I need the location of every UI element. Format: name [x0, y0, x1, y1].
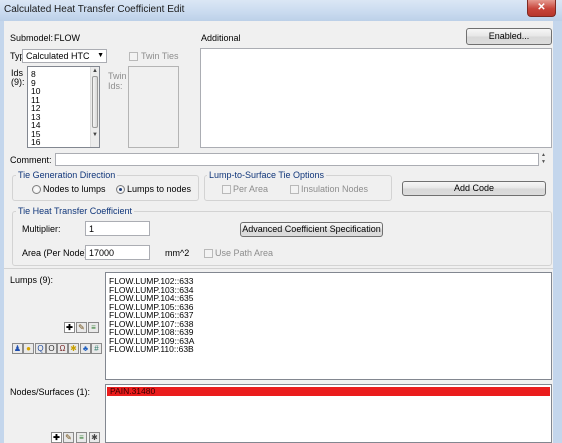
enabled-button[interactable]: Enabled...	[466, 28, 552, 45]
additional-textarea[interactable]	[200, 48, 552, 148]
scrollbar-thumb[interactable]	[92, 76, 98, 128]
properties-icon[interactable]: ≡	[76, 432, 87, 443]
star-icon[interactable]: ✱	[89, 432, 100, 443]
magnet-icon[interactable]: Ω	[57, 343, 68, 354]
use-path-area-label: Use Path Area	[215, 248, 274, 258]
twin-ids-label-2: Ids:	[108, 81, 123, 91]
additional-label: Additional	[201, 33, 241, 43]
per-area-label: Per Area	[233, 184, 269, 194]
lumps-to-nodes-label[interactable]: Lumps to nodes	[127, 184, 191, 194]
nodes-label: Nodes/Surfaces (1):	[10, 387, 91, 397]
lumps-label: Lumps (9):	[10, 275, 54, 285]
spin-up-icon[interactable]: ▲	[541, 152, 546, 158]
area-label: Area (Per Node):	[22, 248, 91, 258]
divider	[4, 268, 553, 269]
advanced-coefficient-button[interactable]: Advanced Coefficient Specification	[240, 222, 383, 237]
tie-direction-title: Tie Generation Direction	[16, 170, 118, 180]
type-dropdown-value: Calculated HTC	[26, 51, 90, 61]
per-area-checkbox[interactable]	[222, 185, 231, 194]
window-title: Calculated Heat Transfer Coefficient Edi…	[4, 4, 185, 15]
comment-input[interactable]	[55, 153, 539, 166]
comment-label: Comment:	[10, 155, 52, 165]
grid-icon[interactable]: #	[91, 343, 102, 354]
people-icon[interactable]: ♟	[12, 343, 23, 354]
submodel-label: Submodel:	[10, 33, 54, 43]
twin-ties-label: Twin Ties	[141, 51, 179, 61]
add-icon[interactable]: ✚	[64, 322, 75, 333]
ring-icon[interactable]: O	[46, 343, 57, 354]
tree-icon[interactable]: ♣	[80, 343, 91, 354]
insulation-nodes-label: Insulation Nodes	[301, 184, 369, 194]
enabled-button-label: Enabled...	[488, 31, 530, 41]
scroll-down-icon[interactable]: ▼	[91, 131, 99, 139]
list-item[interactable]: FLOW.LUMP.110::63B	[106, 345, 551, 354]
nodes-to-lumps-radio[interactable]	[32, 185, 41, 194]
spin-down-icon[interactable]: ▼	[541, 159, 546, 165]
type-dropdown[interactable]: Calculated HTC ▼	[22, 49, 107, 63]
twin-ties-checkbox[interactable]	[129, 52, 138, 61]
add-icon[interactable]: ✚	[51, 432, 62, 443]
comment-spinner[interactable]: ▲ ▼	[540, 152, 549, 166]
twin-ids-listbox	[128, 66, 179, 148]
bulb-icon[interactable]: ●	[23, 343, 34, 354]
sparkle-icon[interactable]: ✱	[68, 343, 79, 354]
area-unit: mm^2	[165, 248, 190, 258]
lump-surface-title: Lump-to-Surface Tie Options	[207, 170, 327, 180]
lumps-listbox[interactable]: FLOW.LUMP.102::633 FLOW.LUMP.103::634 FL…	[105, 272, 552, 380]
lumps-to-nodes-radio[interactable]	[116, 185, 125, 194]
add-code-button[interactable]: Add Code	[402, 181, 546, 196]
close-button[interactable]: ✕	[527, 0, 556, 17]
ids-listbox[interactable]: 8 9 10 11 12 13 14 15 16 ▲ ▼	[27, 66, 100, 148]
multiplier-input[interactable]	[85, 221, 150, 236]
submodel-value: FLOW	[54, 33, 80, 43]
nodes-to-lumps-label[interactable]: Nodes to lumps	[43, 184, 106, 194]
multiplier-label: Multiplier:	[22, 224, 61, 234]
pencil-icon[interactable]: ✎	[76, 322, 87, 333]
twin-ids-label: Twin	[108, 71, 127, 81]
advanced-coefficient-button-label: Advanced Coefficient Specification	[242, 224, 381, 234]
area-input[interactable]	[85, 245, 150, 260]
list-item-selected[interactable]: PAIN.31480	[107, 387, 550, 396]
nodes-listbox[interactable]: PAIN.31480	[105, 384, 552, 443]
chevron-down-icon: ▼	[97, 52, 104, 59]
insulation-nodes-checkbox[interactable]	[290, 185, 299, 194]
ids-scrollbar[interactable]: ▲ ▼	[90, 67, 99, 147]
title-bar[interactable]: Calculated Heat Transfer Coefficient Edi…	[0, 0, 562, 21]
close-icon: ✕	[537, 2, 546, 13]
search-icon[interactable]: Q	[35, 343, 46, 354]
properties-icon[interactable]: ≡	[88, 322, 99, 333]
add-code-button-label: Add Code	[453, 183, 495, 193]
use-path-area-checkbox[interactable]	[204, 249, 213, 258]
list-item[interactable]: 16	[28, 138, 99, 147]
pencil-icon[interactable]: ✎	[63, 432, 74, 443]
htc-title: Tie Heat Transfer Coefficient	[16, 206, 135, 216]
list-item[interactable]: 8	[28, 70, 99, 79]
ids-count-label: (9):	[11, 77, 25, 87]
scroll-up-icon[interactable]: ▲	[91, 67, 99, 75]
